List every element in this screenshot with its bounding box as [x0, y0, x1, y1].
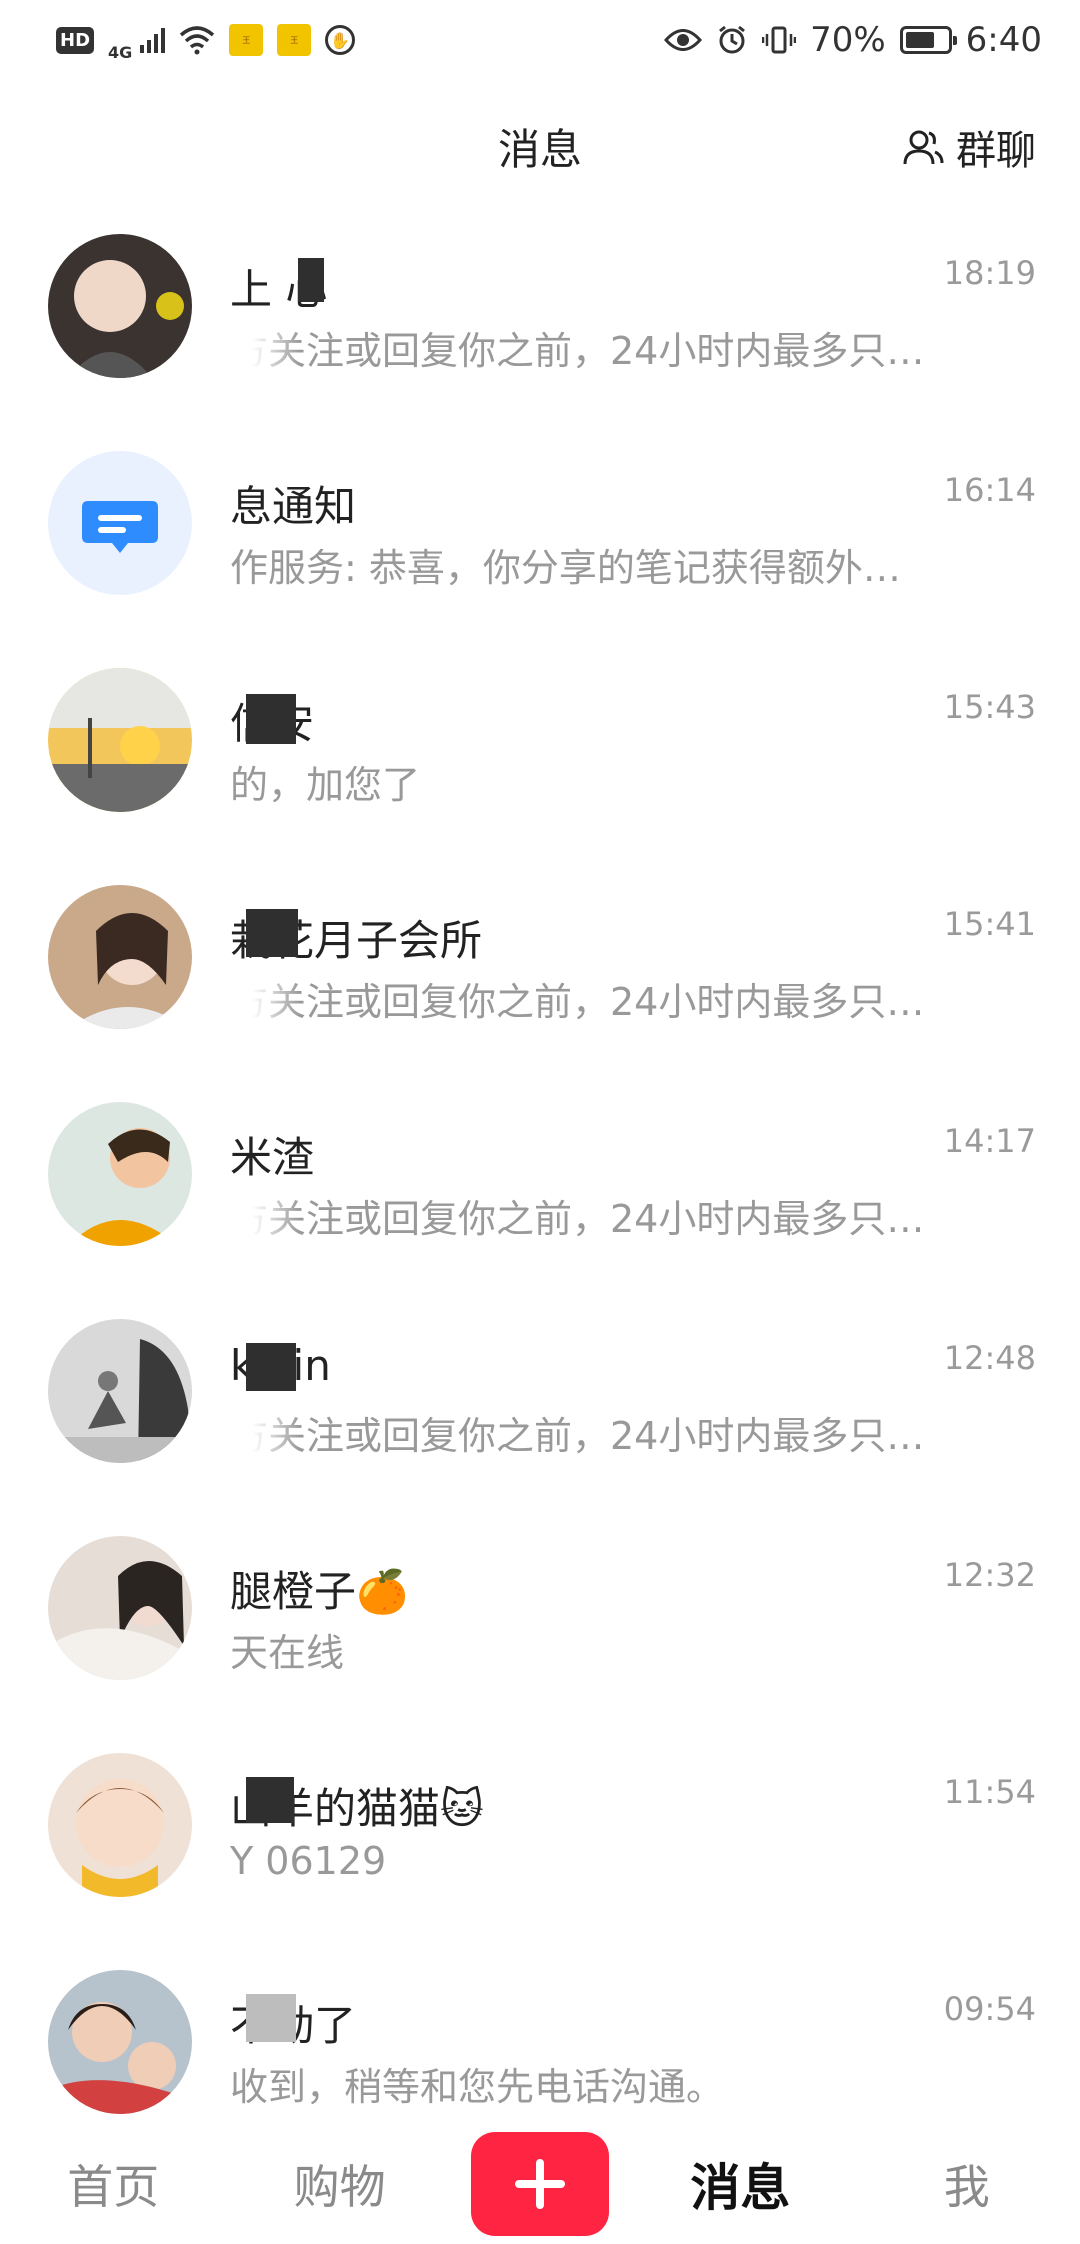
redaction-fade — [220, 1184, 300, 1238]
chat-list: 上 心 18:19 方关注或回复你之前，24小时内最多只… 息通知 16:14 … — [0, 220, 1080, 2173]
chat-item[interactable]: 腿橙子🍊 12:32 天在线 — [0, 1522, 1080, 1739]
battery-icon — [899, 26, 957, 54]
group-icon — [903, 130, 944, 165]
chat-name: 息通知 — [230, 482, 357, 531]
avatar[interactable] — [48, 1102, 192, 1246]
redaction-mask — [246, 694, 296, 744]
alarm-icon — [719, 25, 745, 54]
avatar[interactable] — [48, 451, 192, 595]
chat-time: 18:19 — [943, 254, 1036, 292]
avatar[interactable] — [48, 885, 192, 1029]
redaction-fade — [220, 967, 300, 1021]
chat-item[interactable]: 米渣 14:17 方关注或回复你之前，24小时内最多只… — [0, 1088, 1080, 1305]
nav-me[interactable]: 我 — [872, 2151, 1062, 2217]
status-bar-right: 70% 6:40 — [664, 20, 1042, 60]
nav-shop[interactable]: 购物 — [245, 2151, 435, 2217]
avatar[interactable] — [48, 234, 192, 378]
status-bar-left: HD 4G 王 王 ✋ — [56, 19, 356, 62]
chat-time: 11:54 — [943, 1773, 1036, 1811]
chat-time: 16:14 — [943, 471, 1036, 509]
app-notification-icon: 王 — [229, 24, 264, 56]
chat-time: 15:43 — [943, 688, 1036, 726]
hd-icon: HD — [56, 26, 95, 54]
redaction-mask — [246, 1777, 294, 1823]
chat-preview: 的，加您了 — [230, 763, 421, 807]
chat-preview: 收到，稍等和您先电话沟通。 — [230, 2065, 725, 2109]
wifi-icon — [180, 26, 215, 55]
chat-preview: 天在线 — [230, 1631, 345, 1675]
chat-name: 米渣 — [230, 1133, 315, 1182]
redaction-fade — [220, 316, 300, 370]
status-bar: HD 4G 王 王 ✋ 70% 6:40 — [0, 0, 1080, 80]
chat-item[interactable]: 山羊的猫猫🐱 11:54 Y 06129 — [0, 1739, 1080, 1956]
network-type: 4G — [108, 42, 133, 62]
group-chat-button[interactable]: 群聊 — [902, 118, 1036, 176]
battery-percentage: 70% — [810, 20, 886, 60]
chat-time: 12:32 — [943, 1556, 1036, 1594]
avatar[interactable] — [48, 1970, 192, 2114]
chat-item[interactable]: 上 心 18:19 方关注或回复你之前，24小时内最多只… — [0, 220, 1080, 437]
redaction-fade — [220, 1401, 300, 1455]
chat-preview: Y 06129 — [230, 1839, 387, 1883]
chat-time: 14:17 — [943, 1122, 1036, 1160]
redaction-mask — [246, 909, 298, 957]
chat-time: 12:48 — [943, 1339, 1036, 1377]
vibrate-icon — [762, 26, 797, 54]
nav-home[interactable]: 首页 — [18, 2151, 208, 2217]
chat-preview: 方关注或回复你之前，24小时内最多只… — [230, 1197, 925, 1241]
chat-preview: 方关注或回复你之前，24小时内最多只… — [230, 980, 925, 1024]
chat-item[interactable]: 信安 15:43 的，加您了 — [0, 654, 1080, 871]
avatar[interactable] — [48, 1536, 192, 1680]
redaction-mask — [246, 1343, 296, 1391]
group-chat-label: 群聊 — [956, 128, 1036, 174]
hand-icon: ✋ — [325, 25, 356, 55]
redaction-mask — [246, 1994, 296, 2042]
chat-name: 腿橙子🍊 — [230, 1567, 409, 1616]
clock: 6:40 — [965, 20, 1042, 60]
create-post-button[interactable] — [470, 2132, 609, 2236]
avatar[interactable] — [48, 1319, 192, 1463]
chat-item[interactable]: 息通知 16:14 作服务: 恭喜，你分享的笔记获得额外… — [0, 437, 1080, 654]
avatar[interactable] — [48, 668, 192, 812]
app-notification-icon: 王 — [277, 24, 312, 56]
nav-messages[interactable]: 消息 — [645, 2148, 835, 2220]
chat-preview: 作服务: 恭喜，你分享的笔记获得额外… — [230, 546, 901, 590]
redaction-mask — [298, 258, 324, 302]
avatar[interactable] — [48, 1753, 192, 1897]
bottom-nav: 首页 购物 消息 我 — [0, 2124, 1080, 2244]
chat-time: 15:41 — [943, 905, 1036, 943]
chat-item[interactable]: k vin 12:48 方关注或回复你之前，24小时内最多只… — [0, 1305, 1080, 1522]
chat-time: 09:54 — [943, 1990, 1036, 2028]
header: 消息 群聊 — [0, 100, 1080, 190]
chat-preview: 方关注或回复你之前，24小时内最多只… — [230, 329, 925, 373]
eye-icon — [664, 29, 703, 51]
signal-icon — [140, 27, 166, 53]
chat-preview: 方关注或回复你之前，24小时内最多只… — [230, 1414, 925, 1458]
chat-item[interactable]: 栽花月子会所 15:41 方关注或回复你之前，24小时内最多只… — [0, 871, 1080, 1088]
